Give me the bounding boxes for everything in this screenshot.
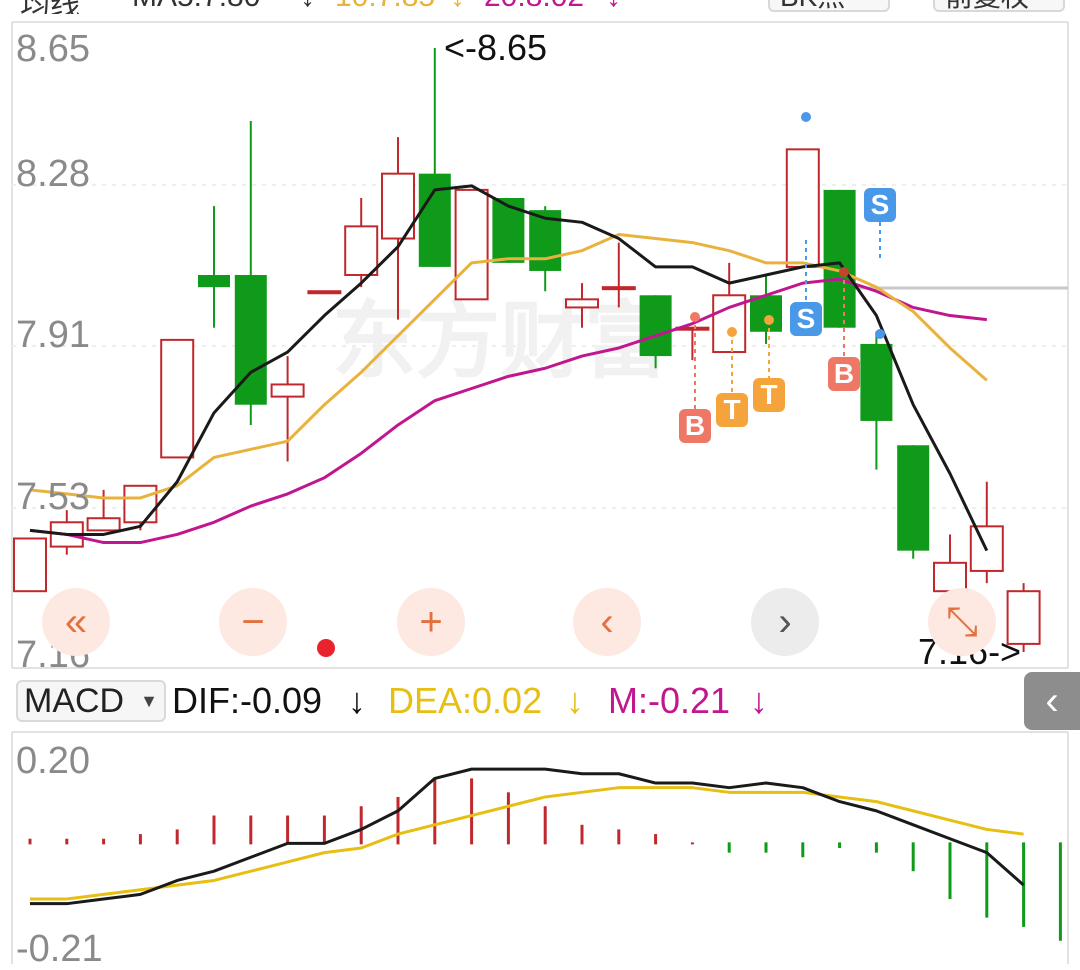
watermark: 东方财富 (332, 292, 668, 390)
candle (123, 484, 158, 531)
buy-signal-badge[interactable]: B (679, 409, 711, 443)
kline-chart[interactable]: 东方财富 (0, 0, 1080, 966)
m-value: M:-0.21 (608, 680, 731, 721)
sell-signal-badge[interactable]: S (864, 188, 896, 222)
price-axis-label: 7.53 (16, 476, 90, 518)
candle (750, 275, 782, 344)
candle-body-up (565, 298, 599, 309)
candle-body-up (601, 286, 636, 291)
signal-dot (801, 112, 811, 122)
candle-body-up (13, 537, 47, 593)
candle (198, 206, 230, 328)
sell-signal-badge[interactable]: S (790, 302, 822, 336)
candle (823, 189, 856, 328)
dif-value: DIF:-0.09 (172, 680, 323, 721)
indicator-selector-label: MACD (24, 682, 125, 720)
t-signal-badge[interactable]: T (716, 393, 748, 427)
candle-body-up (86, 517, 121, 532)
signal-dot (764, 315, 774, 325)
zoom-out-button[interactable]: − (219, 588, 287, 656)
candle-body-down (639, 295, 672, 357)
candle-body-up (933, 561, 967, 593)
macd-axis-max: 0.20 (16, 740, 90, 782)
price-axis-max: 8.65 (16, 28, 90, 70)
candle (160, 338, 195, 459)
high-price-marker: <-8.65 (444, 27, 548, 68)
candle (454, 188, 489, 301)
candle-body-up (307, 290, 342, 295)
candle (785, 148, 820, 268)
indicator-selector[interactable]: MACD ▼ (16, 680, 166, 722)
candle-body-up (344, 225, 379, 277)
candle-body-down (897, 445, 930, 551)
candle-body-down (198, 275, 230, 288)
candle (675, 326, 710, 361)
candle-body-down (492, 197, 525, 263)
candle (969, 481, 1004, 584)
dea-arrow-icon: ↓ (566, 680, 584, 721)
candle (270, 356, 305, 462)
candle (234, 120, 267, 425)
t-signal-badge[interactable]: T (753, 378, 785, 412)
candle (860, 331, 893, 470)
candle (307, 290, 342, 295)
notification-dot (317, 639, 335, 657)
dif-arrow-icon: ↓ (348, 680, 366, 721)
dropdown-arrow-icon: ▼ (140, 691, 158, 711)
candle (492, 197, 525, 263)
candle (418, 48, 451, 267)
candle-body-down (750, 295, 782, 332)
candle (897, 445, 930, 559)
candle-body-down (860, 343, 893, 421)
expand-icon[interactable]: ⤡ (928, 588, 996, 656)
price-axis-label: 7.91 (16, 314, 90, 356)
candle-body-down (823, 189, 856, 328)
macd-axis-min: -0.21 (16, 928, 103, 970)
candle-body-up (454, 188, 489, 301)
dea-value: DEA:0.02 (388, 680, 543, 721)
dea-line (30, 786, 1024, 901)
candle-body-up (270, 383, 305, 398)
next-button[interactable]: › (751, 588, 819, 656)
signal-dot (727, 327, 737, 337)
m-arrow-icon: ↓ (750, 680, 768, 721)
candle (13, 537, 47, 593)
candle-body-up (785, 148, 820, 268)
macd-header: MACD ▼ DIF:-0.09 ↓ DEA:0.02 ↓ M:-0.21 ↓ (0, 680, 1000, 724)
jump-first-button[interactable]: « (42, 588, 110, 656)
zoom-in-button[interactable]: + (397, 588, 465, 656)
signal-dot (690, 312, 700, 322)
chevron-left-icon: ‹ (1045, 678, 1059, 723)
candle-body-up (123, 484, 158, 524)
price-axis-label: 8.28 (16, 153, 90, 195)
candle-body-up (160, 338, 195, 459)
signal-dot (875, 329, 885, 339)
buy-signal-badge[interactable]: B (828, 357, 860, 391)
prev-button[interactable]: ‹ (573, 588, 641, 656)
signal-dot (839, 267, 849, 277)
collapse-panel-button[interactable]: ‹ (1024, 672, 1080, 730)
